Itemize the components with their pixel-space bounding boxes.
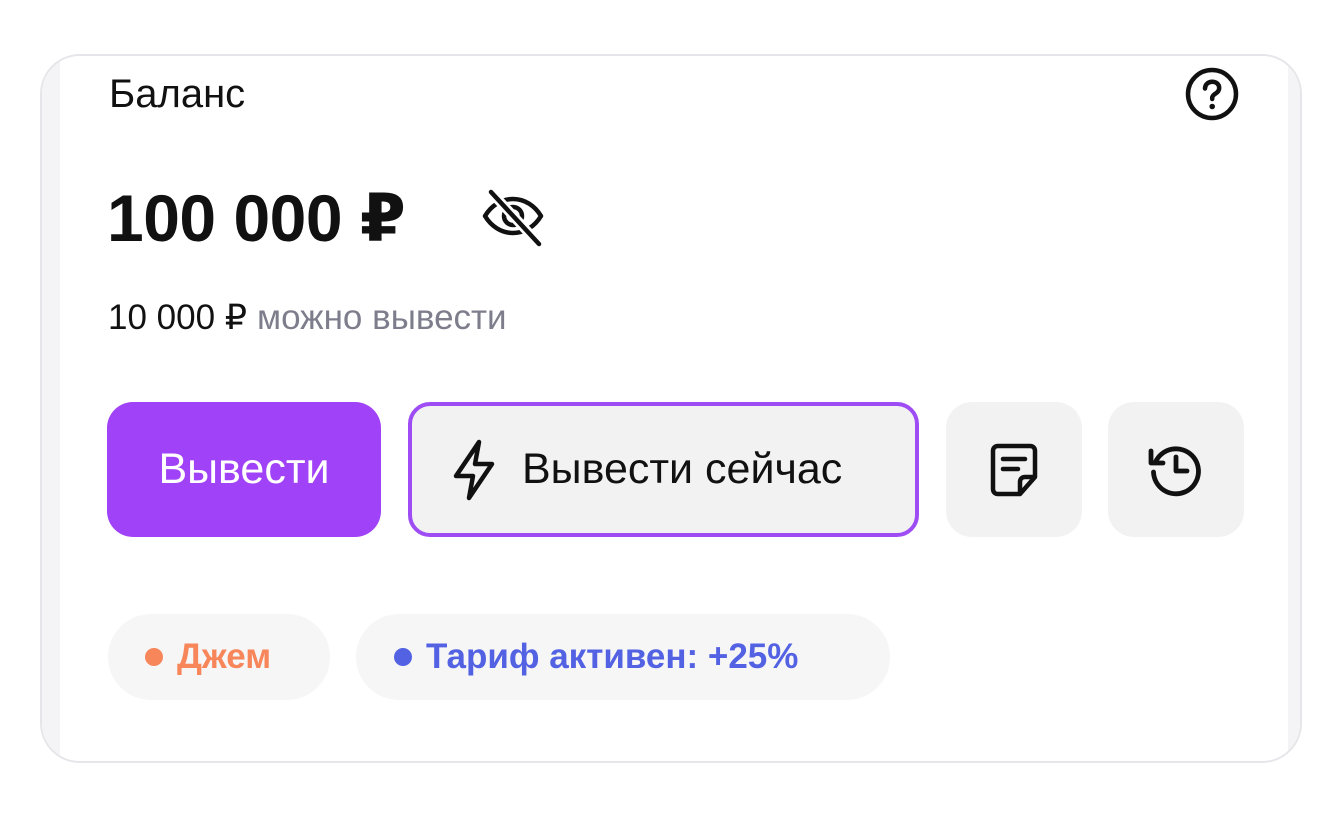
withdrawable-info: 10 000 ₽ можно вывести	[108, 296, 507, 340]
question-circle-icon	[1185, 67, 1239, 121]
jam-badge-label: Джем	[177, 637, 272, 676]
balance-amount: 100 000 ₽	[107, 181, 406, 255]
withdraw-button-label: Вывести	[158, 445, 330, 493]
history-button[interactable]	[1108, 402, 1244, 537]
jam-badge: Джем	[108, 614, 330, 700]
balance-title: Баланс	[109, 72, 246, 116]
receipts-button[interactable]	[946, 402, 1082, 537]
tariff-badge-label: Тариф активен: +25%	[426, 637, 799, 676]
withdraw-now-label: Вывести сейчас	[522, 445, 843, 493]
history-icon	[1148, 445, 1201, 496]
help-button[interactable]	[1184, 66, 1240, 122]
withdrawable-amount: 10 000 ₽	[108, 298, 248, 337]
document-icon	[990, 443, 1038, 496]
eye-off-icon	[482, 187, 544, 249]
withdrawable-hint: можно вывести	[257, 298, 507, 337]
withdraw-button[interactable]: Вывести	[107, 402, 381, 537]
status-dot	[394, 648, 412, 666]
toggle-visibility-button[interactable]	[477, 180, 549, 252]
lightning-icon	[448, 438, 500, 502]
card-edge-right	[1288, 56, 1300, 761]
card-edge-left	[42, 56, 60, 761]
tariff-badge: Тариф активен: +25%	[356, 614, 890, 700]
status-dot	[145, 648, 163, 666]
withdraw-now-button[interactable]: Вывести сейчас	[408, 402, 919, 537]
balance-amount-row: 100 000 ₽	[107, 176, 406, 260]
